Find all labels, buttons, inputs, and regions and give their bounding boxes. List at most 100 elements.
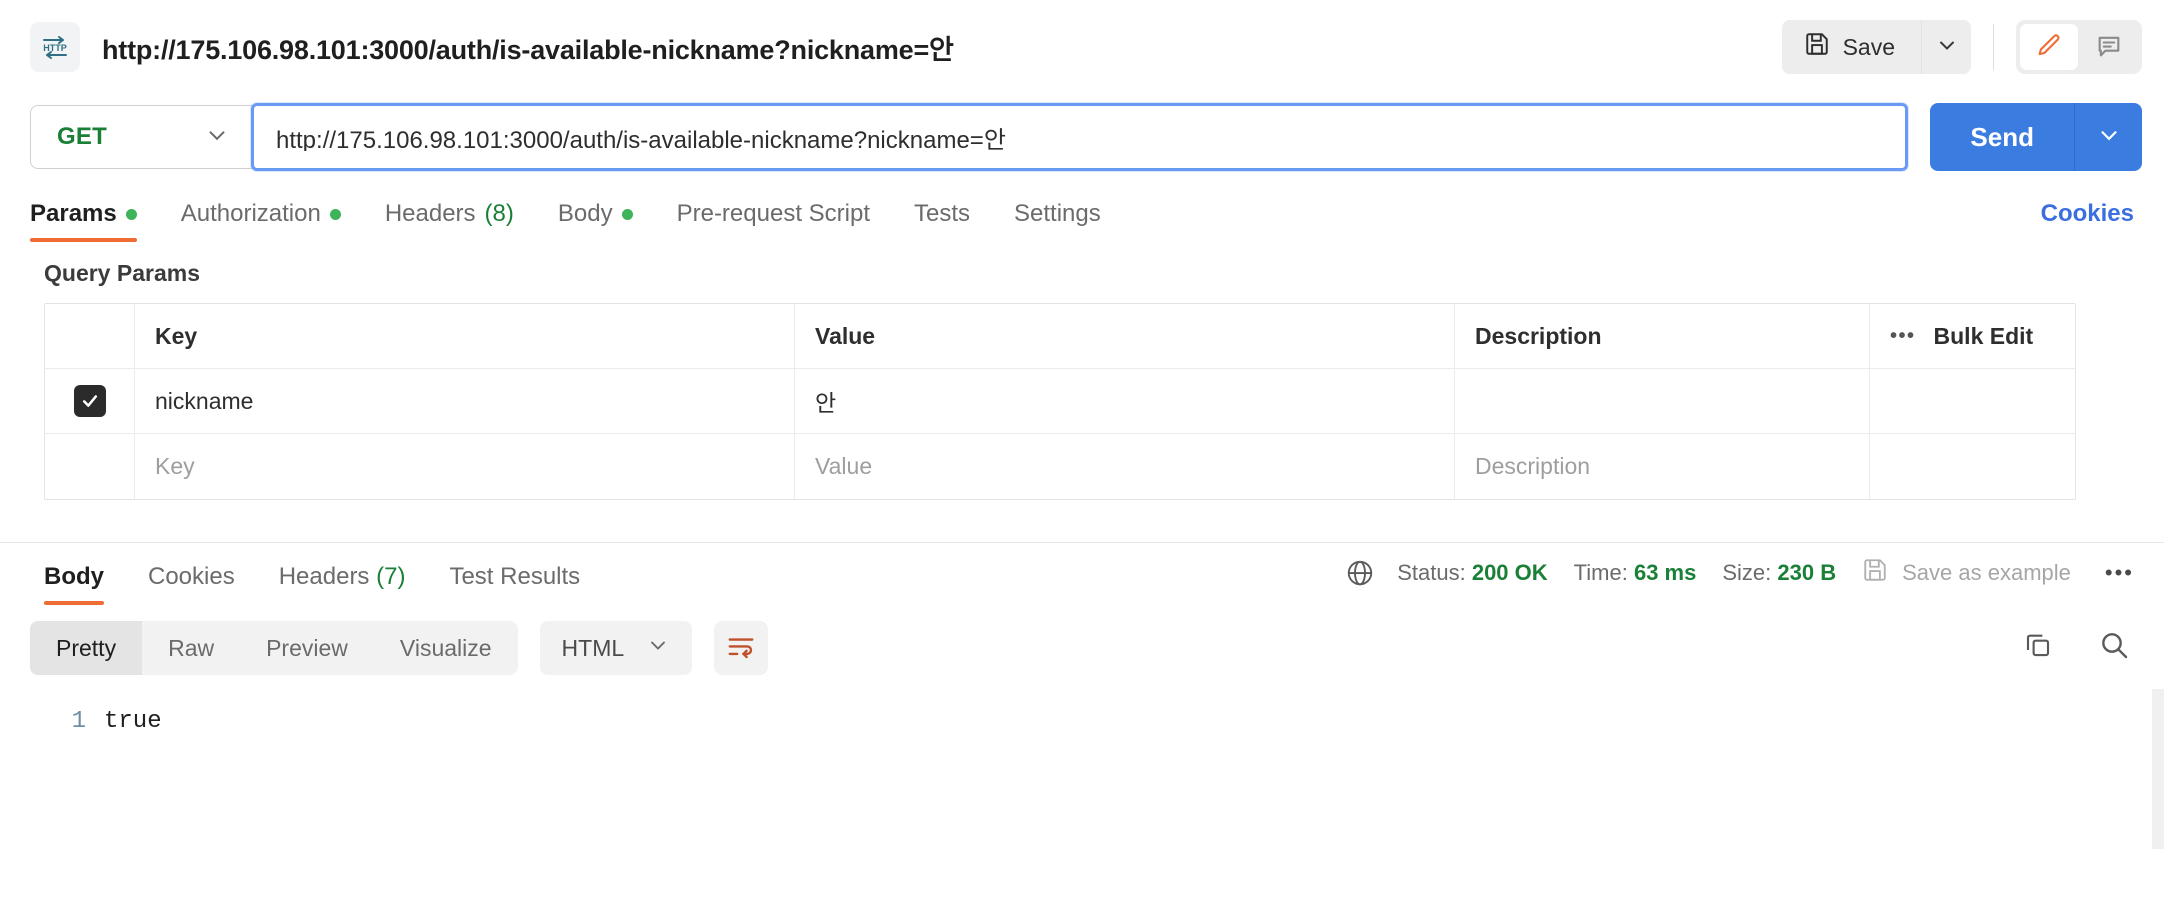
status-value: 200 OK (1471, 560, 1548, 585)
chevron-down-icon (204, 122, 230, 153)
tab-params[interactable]: Params (30, 200, 159, 242)
code-line: 1 true (0, 705, 2164, 739)
send-button[interactable]: Send (1930, 103, 2074, 171)
save-button-label: Save (1842, 33, 1895, 60)
word-wrap-icon (726, 632, 756, 665)
tab-headers-label: Headers (384, 200, 476, 227)
save-button[interactable]: Save (1781, 20, 1921, 74)
size-badge: Size: 230 B (1722, 560, 1836, 586)
response-tab-test-results[interactable]: Test Results (427, 563, 602, 605)
status-badge: Status: 200 OK (1397, 560, 1547, 586)
edit-mode-button[interactable] (2020, 24, 2078, 70)
response-body-tools (2018, 627, 2134, 667)
time-value: 63 ms (1633, 560, 1697, 585)
pencil-icon (2035, 32, 2063, 63)
edit-comment-toggle-group (2016, 20, 2142, 74)
response-tab-headers-count: (7) (376, 563, 406, 590)
empty-description-input[interactable]: Description (1455, 434, 1870, 499)
word-wrap-toggle-button[interactable] (714, 621, 769, 675)
cookies-link[interactable]: Cookies (2041, 200, 2134, 228)
tab-headers[interactable]: Headers (8) (363, 200, 536, 242)
empty-row-actions-cell (1870, 434, 2075, 499)
url-bar: GET Send (0, 94, 2164, 180)
modified-dot-icon (125, 208, 137, 220)
tab-body[interactable]: Body (536, 200, 655, 242)
bulk-edit-button[interactable]: ••• Bulk Edit (1870, 304, 2075, 368)
tab-tests[interactable]: Tests (892, 200, 992, 242)
tab-headers-count: (8) (484, 200, 514, 227)
view-mode-raw[interactable]: Raw (142, 621, 240, 675)
size-value: 230 B (1777, 560, 1837, 585)
status-label: Status: (1397, 560, 1466, 585)
comment-icon (2095, 32, 2123, 63)
tab-pre-request-script[interactable]: Pre-request Script (655, 200, 892, 242)
response-body-toolbar: Pretty Raw Preview Visualize HTML (0, 605, 2164, 689)
search-icon (2098, 629, 2130, 666)
row-key-input[interactable]: nickname (135, 369, 795, 433)
row-checkbox-cell (45, 369, 135, 433)
save-as-example-label: Save as example (1902, 560, 2071, 585)
chevron-down-icon (646, 633, 670, 663)
send-button-group: Send (1930, 103, 2142, 171)
bulk-edit-label: Bulk Edit (1933, 322, 2034, 349)
tab-settings[interactable]: Settings (992, 200, 1123, 242)
url-input-container[interactable] (251, 103, 1909, 171)
send-options-caret[interactable] (2074, 103, 2142, 171)
tab-settings-label: Settings (1014, 200, 1101, 227)
empty-row-checkbox-cell (45, 434, 135, 499)
copy-icon (2023, 630, 2053, 665)
empty-value-input[interactable]: Value (795, 434, 1455, 499)
url-input[interactable] (276, 123, 1884, 151)
modified-dot-icon (329, 208, 341, 220)
copy-response-button[interactable] (2018, 627, 2058, 667)
line-content: true (104, 708, 162, 735)
row-actions-cell (1870, 369, 2075, 433)
http-method-value: GET (57, 123, 107, 150)
modified-dot-icon (621, 208, 633, 220)
vertical-scrollbar[interactable] (2152, 689, 2164, 849)
header-key: Key (135, 304, 795, 368)
save-options-caret[interactable] (1921, 20, 1971, 74)
row-description-input[interactable] (1455, 369, 1870, 433)
line-number: 1 (71, 708, 86, 735)
chevron-down-icon (2096, 122, 2122, 153)
view-mode-visualize[interactable]: Visualize (374, 621, 518, 675)
tab-authorization-label: Authorization (180, 200, 321, 227)
table-header-row: Key Value Description ••• Bulk Edit (45, 304, 2075, 369)
view-mode-pretty[interactable]: Pretty (30, 621, 143, 675)
table-row-empty: Key Value Description (45, 434, 2075, 499)
header-value: Value (795, 304, 1455, 368)
time-badge: Time: 63 ms (1574, 560, 1697, 586)
response-body-viewer[interactable]: 1 true (0, 689, 2164, 849)
http-method-select[interactable]: GET (30, 105, 252, 169)
row-enabled-checkbox[interactable] (73, 385, 106, 417)
response-view-mode-group: Pretty Raw Preview Visualize (30, 621, 518, 675)
response-format-select[interactable]: HTML (539, 621, 693, 675)
ellipsis-icon[interactable]: ••• (2097, 560, 2142, 586)
save-button-group: Save (1781, 20, 1971, 74)
header-description: Description (1455, 304, 1870, 368)
row-value-input[interactable]: 안 (795, 369, 1455, 433)
response-tab-body[interactable]: Body (22, 563, 126, 605)
request-title: http://175.106.98.101:3000/auth/is-avail… (102, 34, 954, 65)
view-mode-preview[interactable]: Preview (240, 621, 374, 675)
floppy-disk-icon (1804, 31, 1830, 63)
ellipsis-icon: ••• (1890, 324, 1916, 347)
empty-key-input[interactable]: Key (135, 434, 795, 499)
response-tabs: Body Cookies Headers (7) Test Results St… (0, 543, 2164, 605)
globe-icon (1345, 558, 1375, 588)
search-response-button[interactable] (2094, 627, 2134, 667)
request-header-bar: HTTP http://175.106.98.101:3000/auth/is-… (0, 0, 2164, 94)
query-params-title: Query Params (44, 260, 200, 286)
header-divider (1993, 24, 1994, 70)
svg-text:HTTP: HTTP (43, 43, 67, 53)
tab-authorization[interactable]: Authorization (159, 200, 363, 242)
response-tab-cookies[interactable]: Cookies (126, 563, 257, 605)
response-format-value: HTML (561, 634, 625, 661)
request-tabs: Params Authorization Headers (8) Body Pr… (0, 180, 2164, 242)
response-tab-headers[interactable]: Headers (7) (257, 563, 428, 605)
save-as-example-button[interactable]: Save as example (1862, 557, 2071, 589)
comment-mode-button[interactable] (2080, 24, 2138, 70)
http-protocol-icon: HTTP (30, 22, 80, 72)
response-tab-headers-label: Headers (278, 563, 370, 590)
